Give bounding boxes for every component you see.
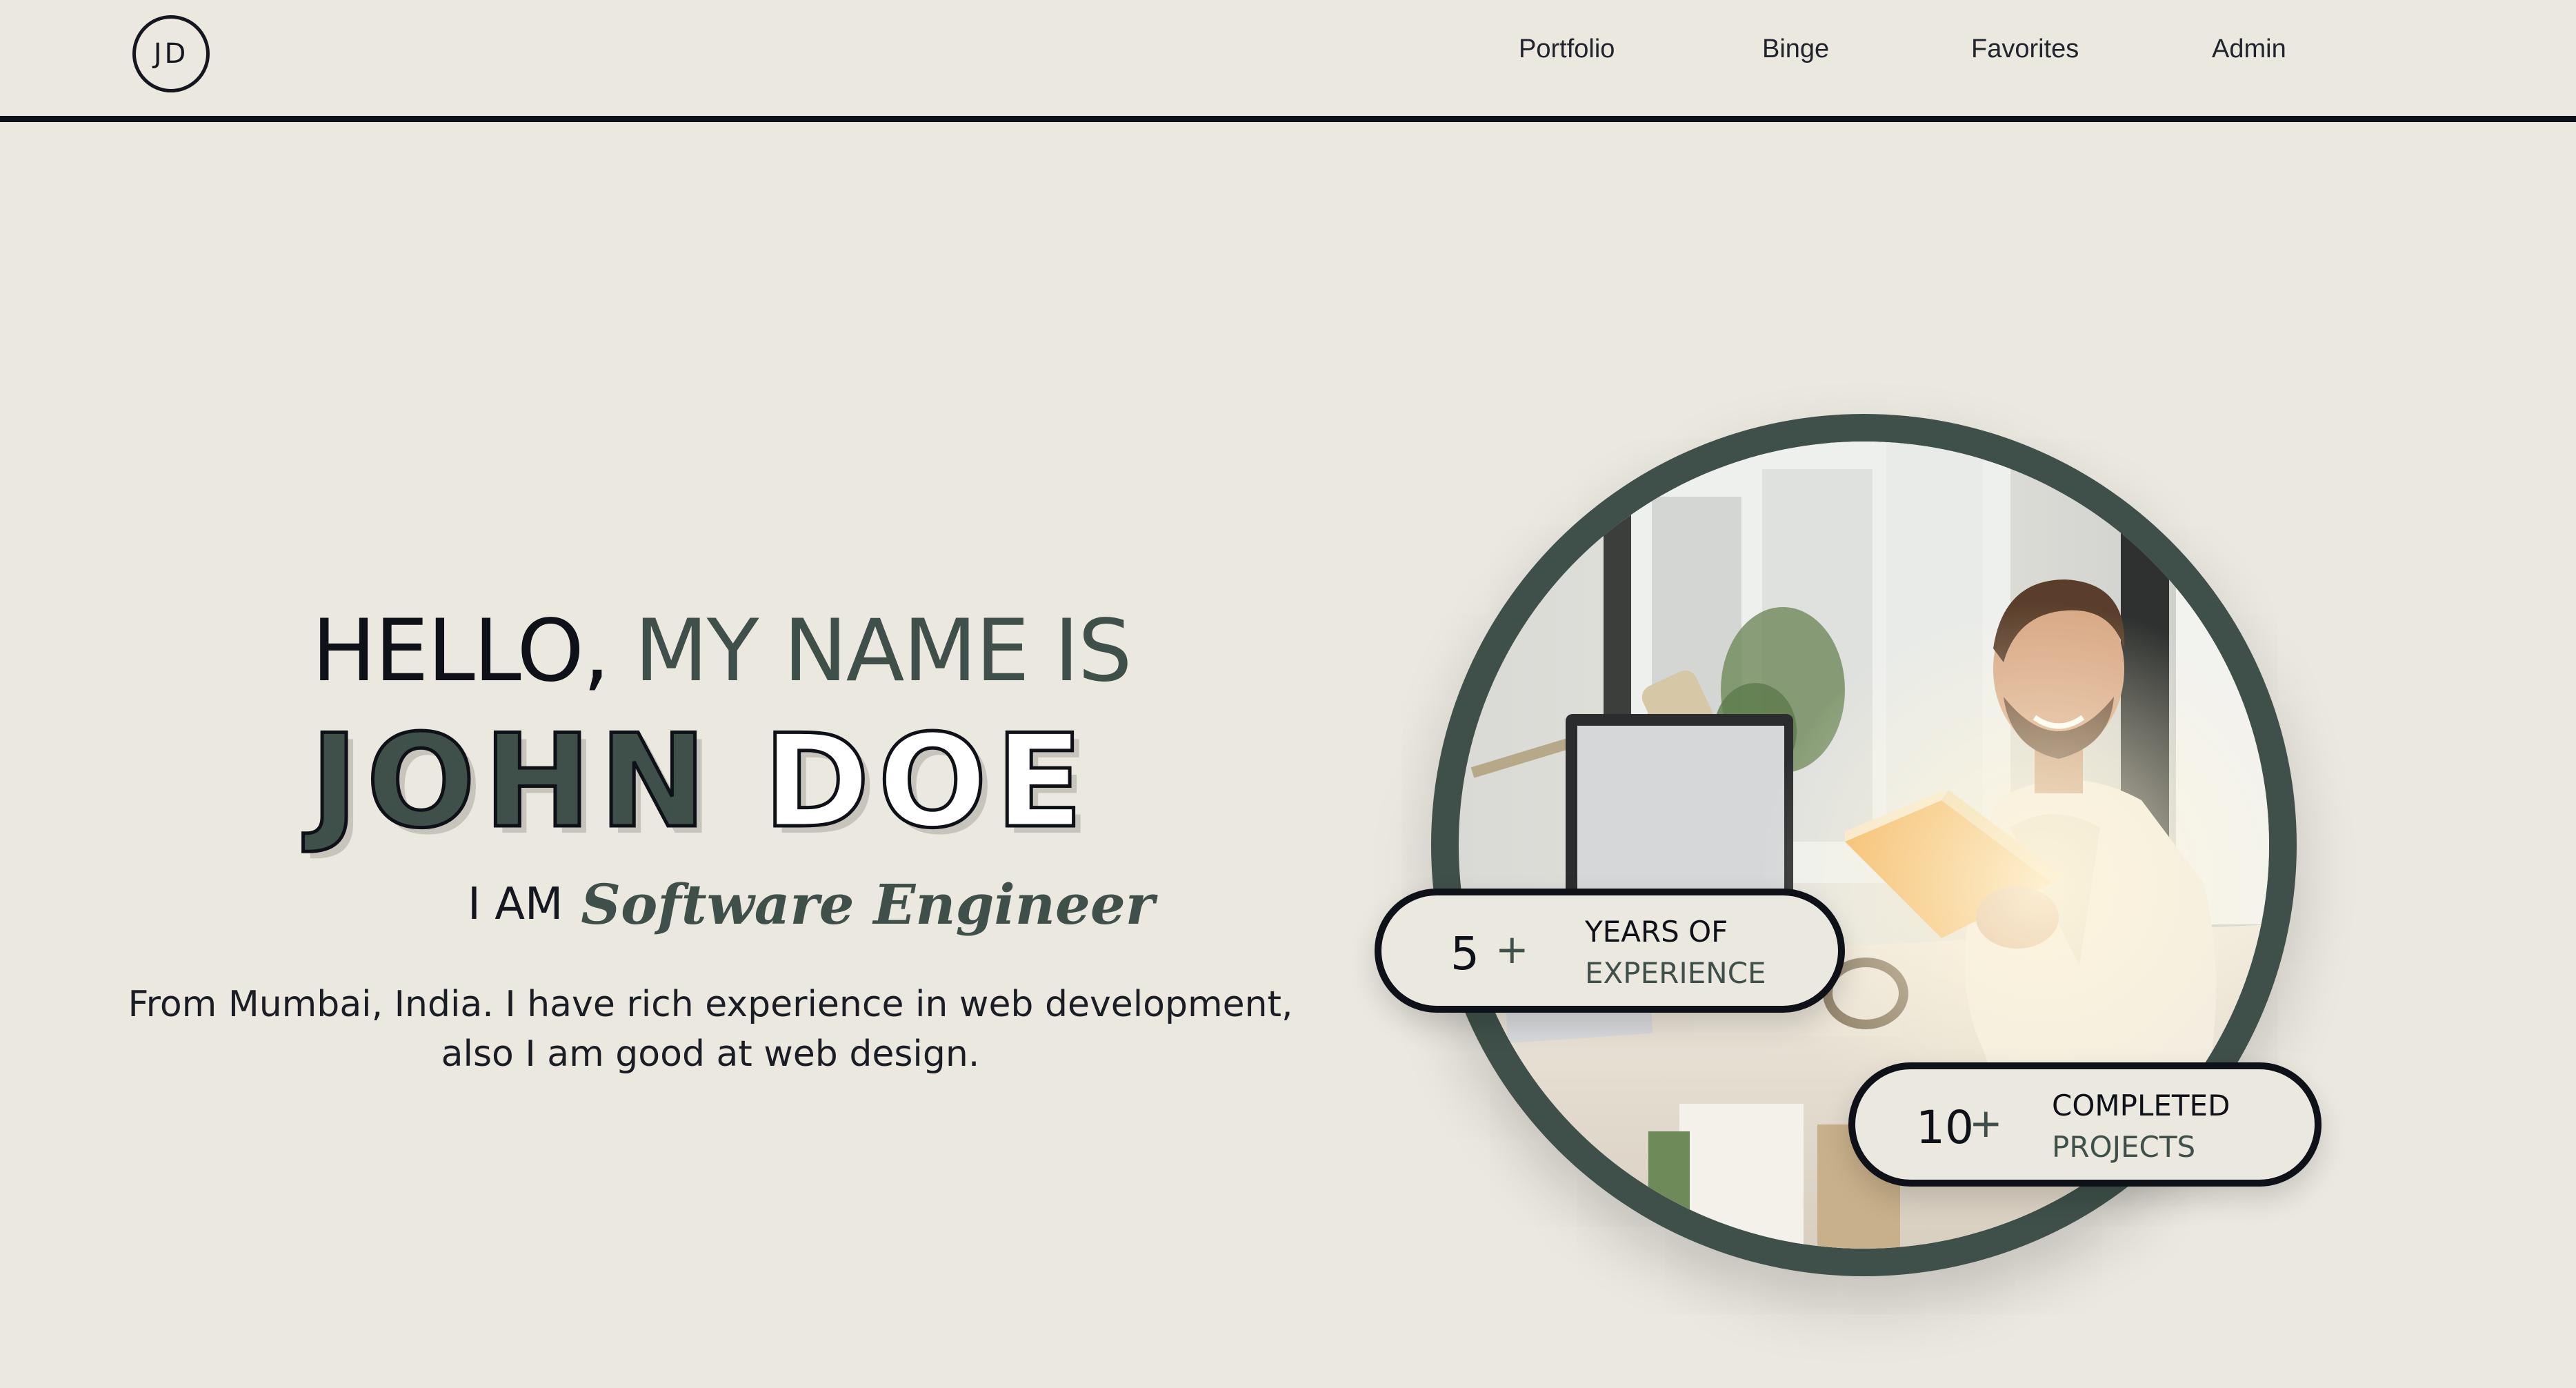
role-prefix: I AM xyxy=(468,879,563,930)
name-heading: JOHN DOE xyxy=(309,715,1091,847)
projects-label-line2: PROJECTS xyxy=(2052,1130,2196,1164)
nav-link-binge[interactable]: Binge xyxy=(1762,34,1829,64)
nav-link-favorites[interactable]: Favorites xyxy=(1971,34,2079,64)
nav-link-portfolio[interactable]: Portfolio xyxy=(1519,34,1615,64)
greeting-heading: HELLO, MY NAME IS xyxy=(312,602,1132,701)
logo-monogram[interactable]: JD xyxy=(132,15,210,92)
greeting-my-name-is: MY NAME IS xyxy=(634,602,1132,701)
experience-plus: + xyxy=(1495,926,1529,973)
intro-description: From Mumbai, India. I have rich experien… xyxy=(103,980,1317,1079)
experience-stat-badge: 5 + YEARS OF EXPERIENCE xyxy=(1375,889,1845,1013)
description-line: also I am good at web design. xyxy=(441,1033,980,1075)
role-title: Software Engineer xyxy=(581,872,1155,937)
role-line: I AM Software Engineer xyxy=(468,872,1155,937)
top-navigation-bar: JD Portfolio Binge Favorites Admin xyxy=(0,0,2576,122)
projects-label-line1: COMPLETED xyxy=(2052,1089,2230,1122)
projects-stat-badge: 10 + COMPLETED PROJECTS xyxy=(1848,1062,2322,1187)
experience-label-line1: YEARS OF xyxy=(1585,915,1728,949)
nav-link-admin[interactable]: Admin xyxy=(2212,34,2286,64)
description-line: From Mumbai, India. I have rich experien… xyxy=(128,984,1293,1025)
projects-number: 10 xyxy=(1916,1101,1974,1154)
projects-plus: + xyxy=(1969,1100,2003,1147)
greeting-hello: HELLO, xyxy=(312,602,610,701)
first-name: JOHN xyxy=(309,706,715,856)
experience-label-line2: EXPERIENCE xyxy=(1585,956,1766,990)
experience-number: 5 xyxy=(1450,927,1479,980)
last-name: DOE xyxy=(761,706,1092,856)
